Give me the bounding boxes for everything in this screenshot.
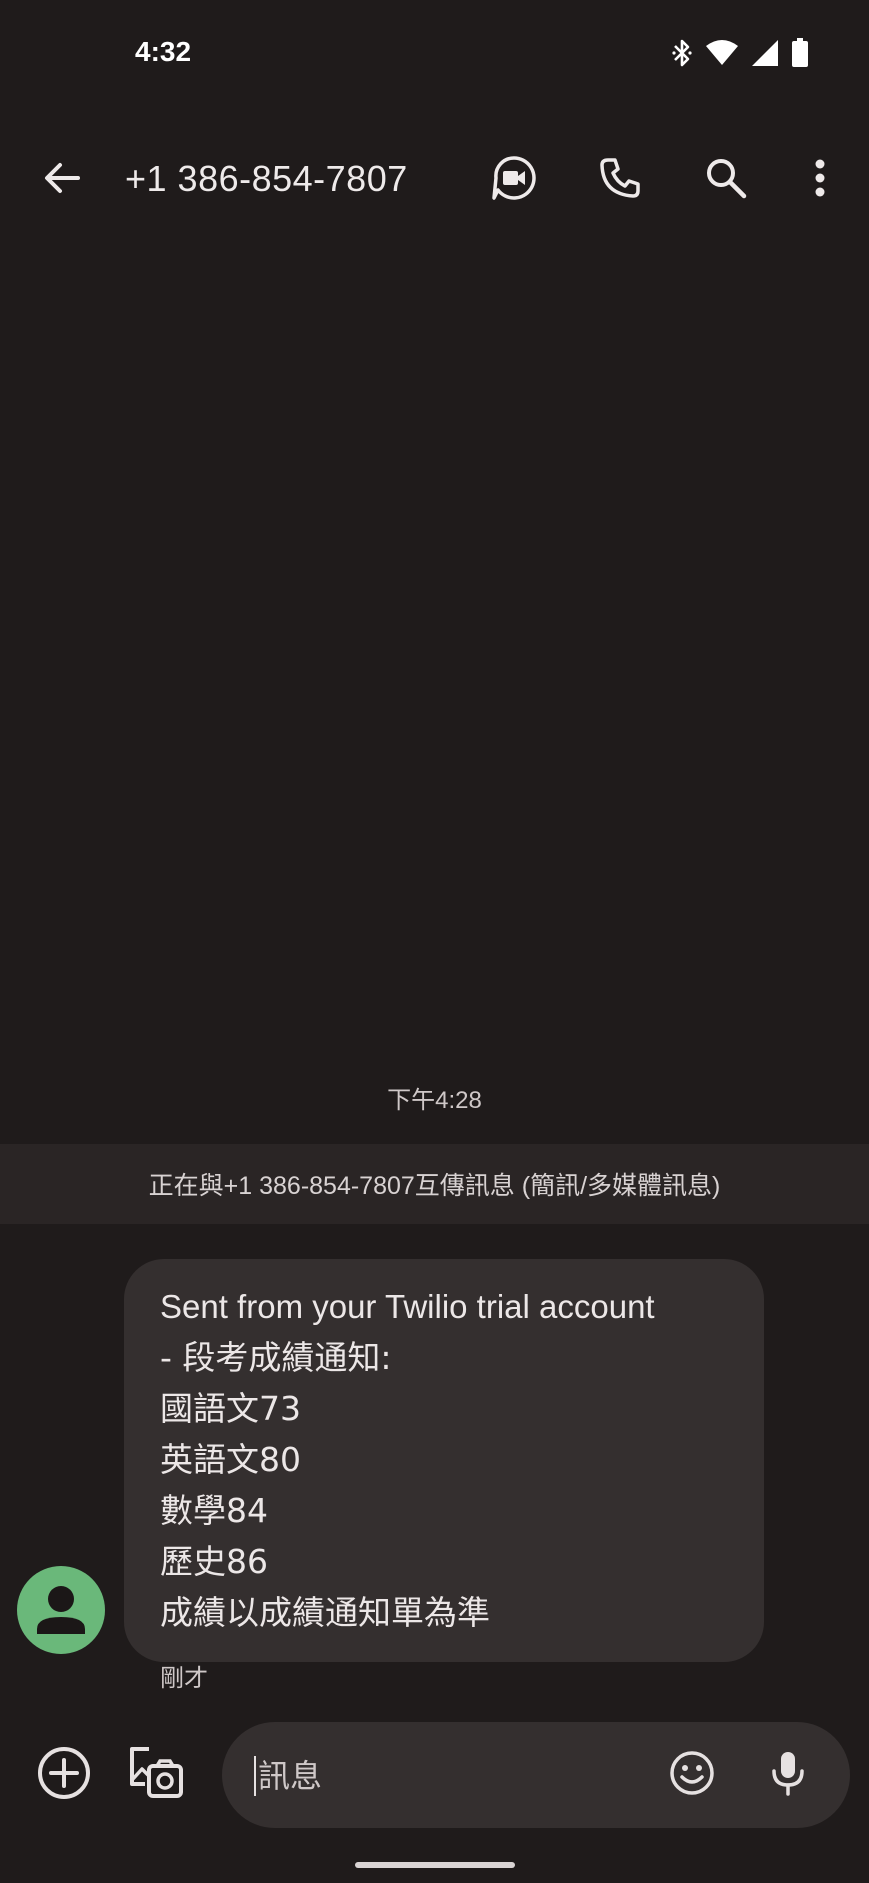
message-line: 英語文80 xyxy=(160,1440,301,1479)
avatar[interactable] xyxy=(17,1566,105,1654)
message-line: 數學84 xyxy=(160,1491,268,1530)
search-icon xyxy=(704,156,748,204)
message-line: 歷史86 xyxy=(160,1542,268,1581)
more-vert-icon xyxy=(810,156,830,204)
call-button[interactable] xyxy=(590,150,650,210)
message-compose-field[interactable] xyxy=(222,1722,850,1828)
phone-icon xyxy=(598,156,642,204)
gesture-nav-handle[interactable] xyxy=(355,1862,515,1868)
message-line: 國語文73 xyxy=(160,1389,301,1428)
composer xyxy=(0,1720,869,1830)
message-timestamp: 下午4:28 xyxy=(387,1087,482,1114)
bluetooth-icon xyxy=(671,38,693,68)
mic-icon xyxy=(768,1749,808,1801)
message-line: Sent from your Twilio trial account xyxy=(160,1288,655,1325)
status-icons xyxy=(671,38,809,68)
back-button[interactable] xyxy=(32,150,92,210)
voice-input-button[interactable] xyxy=(758,1745,818,1805)
status-time: 4:32 xyxy=(135,36,192,67)
arrow-back-icon xyxy=(42,158,82,202)
messages-screen: 4:32 +1 386-854-7807 下午4:28 正在與+1 386-85… xyxy=(0,0,869,1883)
app-bar: +1 386-854-7807 xyxy=(0,140,869,220)
video-call-button[interactable] xyxy=(484,150,544,210)
add-attachment-button[interactable] xyxy=(34,1745,94,1805)
cell-signal-icon xyxy=(751,39,779,67)
person-icon xyxy=(37,1586,85,1634)
conversation-title: +1 386-854-7807 xyxy=(125,158,408,199)
status-bar: 4:32 xyxy=(0,0,869,110)
text-caret xyxy=(254,1756,256,1796)
gallery-camera-icon xyxy=(127,1744,185,1806)
battery-icon xyxy=(791,38,809,68)
messaging-info-banner: 正在與+1 386-854-7807互傳訊息 (簡訊/多媒體訊息) xyxy=(0,1144,869,1224)
message-bubble[interactable]: Sent from your Twilio trial account - 段考… xyxy=(124,1259,764,1662)
media-button[interactable] xyxy=(126,1745,186,1805)
emoji-icon xyxy=(668,1749,716,1801)
message-status: 剛才 xyxy=(160,1664,208,1692)
emoji-button[interactable] xyxy=(662,1745,722,1805)
more-options-button[interactable] xyxy=(790,150,850,210)
video-call-icon xyxy=(490,154,538,206)
add-circle-icon xyxy=(36,1745,92,1805)
search-button[interactable] xyxy=(696,150,756,210)
message-line: 成績以成績通知單為準 xyxy=(160,1593,490,1632)
wifi-icon xyxy=(705,40,739,66)
message-input[interactable] xyxy=(256,1746,640,1806)
info-banner-text: 正在與+1 386-854-7807互傳訊息 (簡訊/多媒體訊息) xyxy=(148,1172,721,1200)
message-line: - 段考成績通知: xyxy=(160,1338,392,1377)
